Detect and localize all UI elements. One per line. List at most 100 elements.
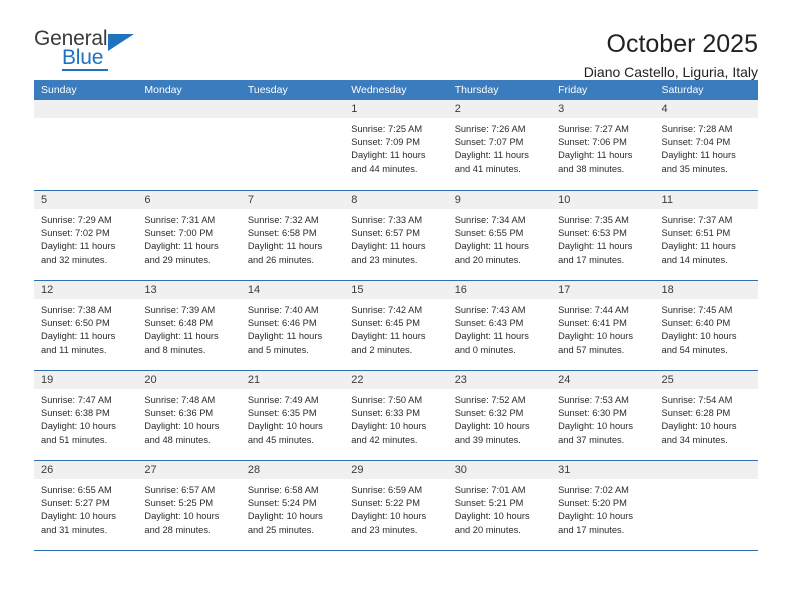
sunrise-text: Sunrise: 7:02 AM (558, 485, 629, 495)
day-cell-28[interactable]: 28 Sunrise: 6:58 AM Sunset: 5:24 PM Dayligh… (240, 461, 345, 550)
day-cell-22[interactable]: 22 Sunrise: 7:50 AM Sunset: 6:33 PM Dayligh… (344, 371, 448, 460)
sunrise-text: Sunrise: 7:45 AM (661, 305, 733, 315)
day-details: Sunrise: 6:57 AM Sunset: 5:25 PM Daylight:… (137, 479, 240, 537)
day-cell-15[interactable]: 15 Sunrise: 7:42 AM Sunset: 6:45 PM Dayligh… (344, 281, 448, 370)
day-cell-2[interactable]: 2 Sunrise: 7:26 AM Sunset: 7:07 PM Daylight… (447, 100, 552, 190)
day-details: Sunrise: 7:01 AM Sunset: 5:21 PM Daylight:… (448, 479, 551, 537)
day-cell-17[interactable]: 17 Sunrise: 7:44 AM Sunset: 6:41 PM Dayligh… (551, 281, 655, 370)
day-number: 18 (654, 281, 758, 299)
daylight-text: Daylight: 10 hours (41, 511, 116, 522)
daylight-text: Daylight: 10 hours (558, 421, 634, 432)
day-details (137, 118, 240, 123)
sunrise-text: Sunrise: 7:48 AM (144, 395, 216, 405)
weekday-header-saturday: Saturday (661, 84, 704, 96)
sunrise-text: Sunrise: 7:26 AM (454, 124, 526, 134)
daylight-text: Daylight: 11 hours (558, 150, 633, 161)
weekday-header-tuesday: Tuesday (247, 84, 288, 96)
day-cell-26[interactable]: 26 Sunrise: 6:55 AM Sunset: 5:27 PM Dayligh… (34, 461, 138, 550)
day-cell-3[interactable]: 3 Sunrise: 7:27 AM Sunset: 7:06 PM Daylight… (551, 100, 655, 190)
day-details: Sunrise: 7:40 AM Sunset: 6:46 PM Daylight:… (241, 299, 344, 357)
day-cell-14[interactable]: 14 Sunrise: 7:40 AM Sunset: 6:46 PM Dayligh… (240, 281, 345, 370)
sunset-text: Sunset: 6:57 PM (351, 228, 420, 239)
day-cell-1[interactable]: 1 Sunrise: 7:25 AM Sunset: 7:09 PM Daylight… (344, 100, 448, 190)
day-number: 6 (137, 191, 241, 209)
sunset-text: Sunset: 6:53 PM (558, 228, 627, 239)
day-cell-7[interactable]: 7 Sunrise: 7:32 AM Sunset: 6:58 PM Daylight… (240, 191, 345, 280)
sunset-text: Sunset: 6:48 PM (144, 318, 214, 329)
daylight-text: Daylight: 10 hours (454, 511, 530, 522)
daylight-text: Daylight: 10 hours (558, 331, 634, 342)
daylight-text: Daylight: 10 hours (144, 511, 220, 522)
daylight-text: and 28 minutes. (144, 524, 211, 535)
day-cell-30[interactable]: 30 Sunrise: 7:01 AM Sunset: 5:21 PM Dayligh… (447, 461, 552, 550)
day-number (654, 461, 758, 479)
daylight-text: Daylight: 11 hours (558, 241, 633, 252)
sunrise-text: Sunrise: 7:28 AM (661, 124, 733, 134)
sunset-text: Sunset: 7:06 PM (558, 137, 627, 148)
sunrise-text: Sunrise: 6:59 AM (351, 485, 423, 495)
daylight-text: Daylight: 11 hours (351, 150, 426, 161)
sunrise-text: Sunrise: 6:58 AM (247, 485, 319, 495)
day-cell-5[interactable]: 5 Sunrise: 7:29 AM Sunset: 7:02 PM Daylight… (34, 191, 138, 280)
week-row: 12 Sunrise: 7:38 AM Sunset: 6:50 PM Dayligh… (34, 280, 758, 370)
day-cell-25[interactable]: 25 Sunrise: 7:54 AM Sunset: 6:28 PM Dayligh… (654, 371, 758, 460)
sunset-text: Sunset: 6:33 PM (351, 408, 420, 419)
day-cell-27[interactable]: 27 Sunrise: 6:57 AM Sunset: 5:25 PM Dayligh… (137, 461, 241, 550)
day-cell-4[interactable]: 4 Sunrise: 7:28 AM Sunset: 7:04 PM Daylight… (654, 100, 758, 190)
sunrise-text: Sunrise: 7:25 AM (351, 124, 423, 134)
day-cell-6[interactable]: 6 Sunrise: 7:31 AM Sunset: 7:00 PM Daylight… (137, 191, 241, 280)
week-row: 26 Sunrise: 6:55 AM Sunset: 5:27 PM Dayligh… (34, 460, 758, 550)
sunrise-text: Sunrise: 7:40 AM (247, 305, 319, 315)
day-cell-8[interactable]: 8 Sunrise: 7:33 AM Sunset: 6:57 PM Daylight… (344, 191, 448, 280)
sunset-text: Sunset: 6:35 PM (247, 408, 317, 419)
day-cell-11[interactable]: 11 Sunrise: 7:37 AM Sunset: 6:51 PM Dayligh… (654, 191, 758, 280)
daylight-text: Daylight: 10 hours (661, 421, 737, 432)
day-number: 19 (34, 371, 138, 389)
sunrise-text: Sunrise: 6:57 AM (144, 485, 216, 495)
day-cell-empty (240, 100, 345, 190)
sunrise-text: Sunrise: 7:38 AM (41, 305, 112, 315)
day-cell-13[interactable]: 13 Sunrise: 7:39 AM Sunset: 6:48 PM Dayligh… (137, 281, 241, 370)
daylight-text: Daylight: 11 hours (661, 241, 736, 252)
day-cell-21[interactable]: 21 Sunrise: 7:49 AM Sunset: 6:35 PM Dayligh… (240, 371, 345, 460)
day-cell-24[interactable]: 24 Sunrise: 7:53 AM Sunset: 6:30 PM Dayligh… (551, 371, 655, 460)
daylight-text: and 2 minutes. (351, 344, 413, 355)
day-number: 10 (551, 191, 655, 209)
day-cell-19[interactable]: 19 Sunrise: 7:47 AM Sunset: 6:38 PM Dayligh… (34, 371, 138, 460)
day-number: 22 (344, 371, 448, 389)
day-number: 3 (551, 100, 655, 118)
daylight-text: Daylight: 11 hours (351, 331, 426, 342)
day-cell-16[interactable]: 16 Sunrise: 7:43 AM Sunset: 6:43 PM Dayligh… (447, 281, 552, 370)
day-details: Sunrise: 7:34 AM Sunset: 6:55 PM Daylight:… (448, 209, 551, 267)
day-cell-9[interactable]: 9 Sunrise: 7:34 AM Sunset: 6:55 PM Daylight… (447, 191, 552, 280)
daylight-text: Daylight: 10 hours (144, 421, 220, 432)
daylight-text: and 29 minutes. (144, 254, 211, 265)
day-cell-18[interactable]: 18 Sunrise: 7:45 AM Sunset: 6:40 PM Dayligh… (654, 281, 758, 370)
sunset-text: Sunset: 5:25 PM (144, 498, 214, 509)
day-details: Sunrise: 7:45 AM Sunset: 6:40 PM Daylight:… (655, 299, 758, 357)
day-details: Sunrise: 7:43 AM Sunset: 6:43 PM Daylight:… (448, 299, 551, 357)
day-cell-10[interactable]: 10 Sunrise: 7:35 AM Sunset: 6:53 PM Dayligh… (551, 191, 655, 280)
day-cell-20[interactable]: 20 Sunrise: 7:48 AM Sunset: 6:36 PM Dayligh… (137, 371, 241, 460)
day-cell-23[interactable]: 23 Sunrise: 7:52 AM Sunset: 6:32 PM Dayligh… (447, 371, 552, 460)
day-cell-29[interactable]: 29 Sunrise: 6:59 AM Sunset: 5:22 PM Dayligh… (344, 461, 448, 550)
daylight-text: and 14 minutes. (661, 254, 728, 265)
sunset-text: Sunset: 7:04 PM (661, 137, 731, 148)
daylight-text: and 35 minutes. (661, 163, 728, 174)
week-row: 19 Sunrise: 7:47 AM Sunset: 6:38 PM Dayligh… (34, 370, 758, 460)
daylight-text: and 11 minutes. (41, 344, 107, 355)
day-number (34, 100, 138, 118)
day-details: Sunrise: 7:44 AM Sunset: 6:41 PM Daylight:… (551, 299, 654, 357)
day-cell-12[interactable]: 12 Sunrise: 7:38 AM Sunset: 6:50 PM Dayligh… (34, 281, 138, 370)
daylight-text: and 20 minutes. (454, 524, 521, 535)
day-number: 7 (240, 191, 345, 209)
sunrise-text: Sunrise: 7:50 AM (351, 395, 423, 405)
day-details: Sunrise: 7:48 AM Sunset: 6:36 PM Daylight:… (137, 389, 240, 447)
day-cell-empty (137, 100, 241, 190)
day-cell-31[interactable]: 31 Sunrise: 7:02 AM Sunset: 5:20 PM Dayligh… (551, 461, 655, 550)
daylight-text: and 17 minutes. (558, 254, 625, 265)
day-number: 14 (240, 281, 345, 299)
daylight-text: Daylight: 11 hours (41, 331, 116, 342)
day-details: Sunrise: 7:42 AM Sunset: 6:45 PM Daylight:… (344, 299, 447, 357)
sunset-text: Sunset: 6:51 PM (661, 228, 731, 239)
